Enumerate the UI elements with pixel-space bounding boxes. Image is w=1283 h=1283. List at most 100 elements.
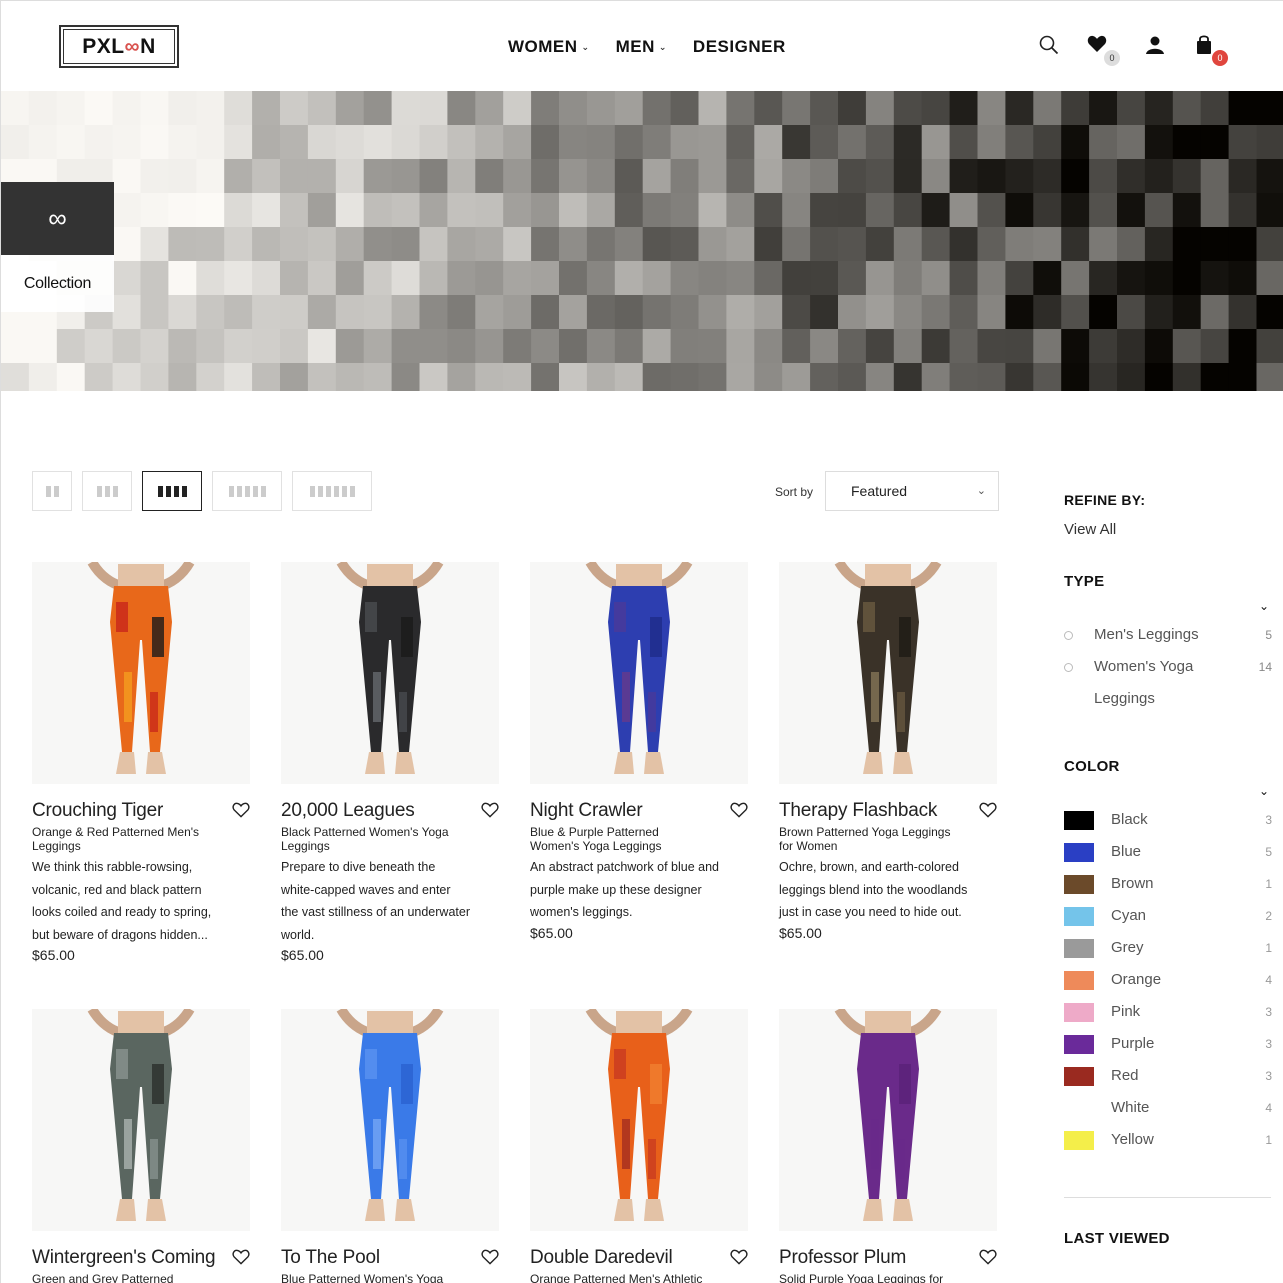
layout-3-columns-button[interactable] [82, 471, 132, 511]
nav-designer[interactable]: DESIGNER [693, 37, 786, 57]
product-image[interactable] [32, 1009, 250, 1231]
hero-pixel [754, 227, 783, 262]
hero-pixel [893, 261, 923, 296]
product-card[interactable]: To The Pool Blue Patterned Women's Yoga [281, 1009, 499, 1283]
nav-women[interactable]: WOMEN ⌄ [508, 37, 590, 57]
cart-bag-icon[interactable]: 0 [1195, 35, 1228, 66]
product-card[interactable]: Crouching Tiger Orange & Red Patterned M… [32, 562, 250, 963]
type-filter-womens-yoga-leggings[interactable]: Women's Yoga Leggings 14 [1064, 651, 1272, 715]
search-icon[interactable] [1039, 35, 1061, 57]
color-filter-orange[interactable]: Orange 4 [1064, 964, 1272, 996]
heart-icon[interactable] [481, 802, 499, 820]
product-card[interactable]: Professor Plum Solid Purple Yoga Legging… [779, 1009, 997, 1283]
product-image[interactable] [281, 1009, 499, 1231]
color-label: Brown [1111, 875, 1154, 892]
hero-pixel [810, 295, 839, 330]
hero-pixel [614, 329, 644, 364]
layout-6-columns-button[interactable] [292, 471, 372, 511]
product-name[interactable]: Therapy Flashback [779, 800, 969, 822]
heart-icon[interactable] [232, 802, 250, 820]
color-filter-brown[interactable]: Brown 1 [1064, 868, 1272, 900]
hero-pixel [1228, 363, 1257, 391]
color-filter-blue[interactable]: Blue 5 [1064, 836, 1272, 868]
chevron-down-icon[interactable]: ⌄ [1259, 784, 1269, 798]
layout-5-columns-button[interactable] [212, 471, 282, 511]
hero-pixel [196, 261, 225, 296]
hero-pixel [168, 227, 197, 262]
hero-pixel [586, 295, 616, 330]
hero-pixel [224, 261, 253, 296]
hero-pixel [698, 227, 727, 262]
type-filter-mens-leggings[interactable]: Men's Leggings 5 [1064, 619, 1272, 651]
hero-pixel [698, 91, 727, 126]
hero-pixel [1144, 261, 1174, 296]
color-label: Purple [1111, 1035, 1155, 1052]
hero-pixel [363, 91, 393, 126]
hero-pixel [838, 363, 867, 391]
hero-pixel [84, 329, 114, 364]
color-filter-red[interactable]: Red 3 [1064, 1060, 1272, 1092]
layout-2-columns-button[interactable] [32, 471, 72, 511]
hero-pixel [559, 159, 588, 194]
product-name[interactable]: Professor Plum [779, 1247, 969, 1269]
product-image[interactable] [281, 562, 499, 784]
product-name[interactable]: Crouching Tiger [32, 800, 222, 822]
hero-pixel [642, 295, 672, 330]
heart-icon[interactable] [232, 1249, 250, 1267]
product-name[interactable]: Double Daredevil [530, 1247, 720, 1269]
product-name[interactable]: Wintergreen's Coming [32, 1247, 222, 1269]
account-icon[interactable] [1145, 35, 1167, 57]
hero-pixel [335, 227, 365, 262]
hero-pixel [1172, 295, 1202, 330]
hero-pixel [642, 329, 672, 364]
heart-icon[interactable] [730, 802, 748, 820]
hero-pixel [698, 193, 727, 228]
product-image[interactable] [530, 562, 748, 784]
color-filter-white[interactable]: White 4 [1064, 1092, 1272, 1124]
product-name[interactable]: To The Pool [281, 1247, 471, 1269]
color-filter-grey[interactable]: Grey 1 [1064, 932, 1272, 964]
hero-pixel [642, 125, 672, 160]
product-image[interactable] [32, 562, 250, 784]
hero-pixel [363, 193, 393, 228]
heart-icon[interactable] [979, 802, 997, 820]
product-card[interactable]: 20,000 Leagues Black Patterned Women's Y… [281, 562, 499, 963]
chevron-down-icon[interactable]: ⌄ [1259, 599, 1269, 613]
product-card[interactable]: Night Crawler Blue & Purple Patterned Wo… [530, 562, 748, 941]
layout-4-columns-button[interactable] [142, 471, 202, 511]
color-count: 3 [1265, 1005, 1272, 1019]
hero-pixel [921, 329, 951, 364]
product-name[interactable]: Night Crawler [530, 800, 720, 822]
hero-pixel [391, 125, 420, 160]
wishlist-heart-icon[interactable]: 0 [1087, 35, 1120, 66]
hero-pixel [1005, 261, 1034, 296]
color-filter-purple[interactable]: Purple 3 [1064, 1028, 1272, 1060]
product-image[interactable] [530, 1009, 748, 1231]
heart-icon[interactable] [979, 1249, 997, 1267]
sort-select[interactable]: Featured ⌄ [825, 471, 999, 511]
heart-icon[interactable] [730, 1249, 748, 1267]
hero-pixel [670, 125, 699, 160]
color-filter-black[interactable]: Black 3 [1064, 804, 1272, 836]
color-filter-cyan[interactable]: Cyan 2 [1064, 900, 1272, 932]
nav-men[interactable]: MEN ⌄ [616, 37, 667, 57]
hero-pixel [196, 295, 225, 330]
product-card[interactable]: Double Daredevil Orange Patterned Men's … [530, 1009, 748, 1283]
hero-pixel [335, 329, 365, 364]
logo[interactable]: PXL∞N [59, 25, 179, 68]
nav-designer-label: DESIGNER [692, 37, 786, 56]
product-card[interactable]: Wintergreen's Coming Green and Grey Patt… [32, 1009, 250, 1283]
color-filter-pink[interactable]: Pink 3 [1064, 996, 1272, 1028]
view-all-link[interactable]: View All [1064, 521, 1116, 538]
refine-by-heading: REFINE BY: [1064, 492, 1146, 508]
hero-pixel [1200, 295, 1230, 330]
product-card[interactable]: Therapy Flashback Brown Patterned Yoga L… [779, 562, 997, 941]
hero-pixel [1061, 193, 1090, 228]
hero-pixel [1117, 91, 1146, 126]
product-image[interactable] [779, 1009, 997, 1231]
product-name[interactable]: 20,000 Leagues [281, 800, 471, 822]
heart-icon[interactable] [481, 1249, 499, 1267]
hero-pixel [586, 261, 616, 296]
product-image[interactable] [779, 562, 997, 784]
color-filter-yellow[interactable]: Yellow 1 [1064, 1124, 1272, 1156]
